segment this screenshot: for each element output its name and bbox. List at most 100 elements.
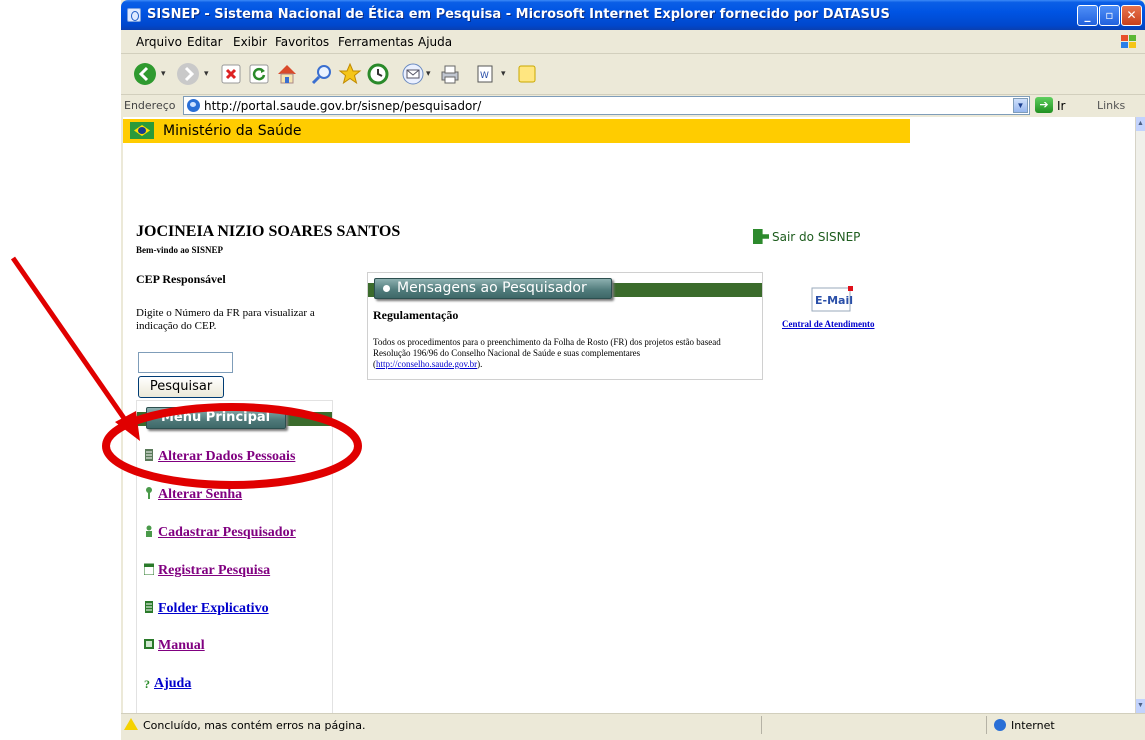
favorites-icon[interactable] [338,62,362,86]
page-icon [187,99,200,112]
menu-link-label: Folder Explicativo [158,601,269,616]
internet-zone-icon [994,719,1006,731]
address-input[interactable]: http://portal.saude.gov.br/sisnep/pesqui… [183,96,1030,115]
cep-description: Digite o Número da FR para visualizar a … [136,307,315,332]
messages-heading: Regulamentação [373,308,459,322]
ie-app-icon [127,8,141,22]
menu-link-alterar-dados[interactable]: Alterar Dados Pessoais [144,449,295,465]
home-icon[interactable] [275,62,299,86]
zone-text: Internet [1011,719,1055,732]
svg-text:W: W [480,71,489,81]
scroll-up-icon[interactable]: ▲ [1136,117,1145,131]
book-icon [144,639,154,649]
vertical-scrollbar[interactable]: ▲ ▼ [1135,117,1145,713]
menu-arquivo[interactable]: Arquivo [136,35,182,49]
logout-label: Sair do SISNEP [772,230,861,244]
email-badge [848,286,853,291]
address-label: Endereço [124,99,176,112]
title-bar[interactable]: SISNEP - Sistema Nacional de Ética em Pe… [121,0,1145,30]
go-arrow-icon[interactable]: ➔ [1035,97,1053,113]
scroll-down-icon[interactable]: ▼ [1136,699,1145,713]
menu-link-label: Ajuda [154,676,192,691]
back-dropdown-icon[interactable]: ▾ [161,69,166,79]
status-divider [986,716,987,734]
exit-door-icon [753,229,769,244]
help-icon: ? [144,677,150,691]
minimize-button[interactable]: _ [1077,5,1098,26]
document-icon [145,601,153,613]
address-url: http://portal.saude.gov.br/sisnep/pesqui… [204,99,482,113]
user-name: JOCINEIA NIZIO SOARES SANTOS [136,223,401,240]
cep-title: CEP Responsável [136,272,226,286]
menu-link-ajuda[interactable]: ? Ajuda [144,676,191,692]
history-icon[interactable] [366,62,390,86]
messages-line-3: (http://conselho.saude.gov.br). [373,359,761,370]
user-icon [146,525,152,537]
central-atendimento-link[interactable]: Central de Atendimento [782,319,875,329]
brazil-flag-icon [130,122,154,139]
status-text: Concluído, mas contém erros na página. [143,719,366,732]
messages-body: Todos os procedimentos para o preenchime… [373,337,761,370]
status-divider [761,716,762,734]
edit-dropdown-icon[interactable]: ▾ [501,69,506,79]
maximize-button[interactable]: ▫ [1099,5,1120,26]
fr-number-input[interactable] [138,352,233,373]
menu-link-cadastrar-pesquisador[interactable]: Cadastrar Pesquisador [144,525,296,541]
paren-close: ). [477,359,483,369]
messages-line-2: Resolução 196/96 do Conselho Nacional de… [373,348,641,358]
forward-icon[interactable] [176,62,200,86]
close-button[interactable]: ✕ [1121,5,1142,26]
menu-link-alterar-senha[interactable]: Alterar Senha [144,487,242,503]
links-button[interactable]: Links [1097,99,1125,112]
menu-link-folder-explicativo[interactable]: Folder Explicativo [144,601,269,617]
address-dropdown-icon[interactable]: ▼ [1013,98,1028,113]
mail-icon[interactable] [401,62,425,86]
menu-favoritos[interactable]: Favoritos [275,35,329,49]
menu-link-registrar-pesquisa[interactable]: Registrar Pesquisa [144,563,270,579]
edit-icon[interactable]: W [473,62,497,86]
browser-window: SISNEP - Sistema Nacional de Ética em Pe… [121,0,1145,740]
menu-link-label: Cadastrar Pesquisador [158,525,296,540]
conselho-link[interactable]: http://conselho.saude.gov.br [376,359,477,369]
menu-bar: Arquivo Editar Exibir Favoritos Ferramen… [121,31,1145,54]
welcome-text: Bem-vindo ao SISNEP [136,245,224,255]
menu-link-manual[interactable]: Manual [144,638,205,654]
search-button[interactable]: Pesquisar [138,376,224,398]
go-button[interactable]: Ir [1057,99,1065,113]
logout-link[interactable]: Sair do SISNEP [753,229,860,244]
messages-line-1: Todos os procedimentos para o preenchime… [373,337,721,347]
window-title: SISNEP - Sistema Nacional de Ética em Pe… [147,7,890,22]
address-bar: Endereço http://portal.saude.gov.br/sisn… [121,95,1145,117]
menu-link-label: Alterar Dados Pessoais [158,449,296,464]
menu-header: Menu Principal [146,407,286,429]
back-icon[interactable] [133,62,157,86]
menu-link-label: Alterar Senha [158,487,243,502]
menu-exibir[interactable]: Exibir [233,35,267,49]
key-icon [146,487,152,499]
status-bar: Concluído, mas contém erros na página. I… [121,713,1145,736]
ministry-banner: Ministério da Saúde [123,119,910,143]
forward-dropdown-icon[interactable]: ▾ [204,69,209,79]
print-icon[interactable] [438,62,462,86]
warning-icon[interactable] [124,718,138,730]
calendar-icon [144,563,154,575]
menu-link-label: Manual [158,638,205,653]
toolbar: ▾ ▾ ▾ W ▾ [121,54,1145,95]
messages-header: Mensagens ao Pesquisador [374,278,612,299]
refresh-icon[interactable] [247,62,271,86]
notes-icon[interactable] [515,62,539,86]
windows-flag-icon [1121,35,1136,48]
main-menu-panel: Menu Principal [136,400,333,713]
search-icon[interactable] [310,62,334,86]
menu-ajuda[interactable]: Ajuda [418,35,452,49]
email-label[interactable]: E-Mail [815,294,853,307]
menu-ferramentas[interactable]: Ferramentas [338,35,414,49]
messages-panel: Mensagens ao Pesquisador Regulamentação … [367,272,763,380]
document-icon [145,449,153,461]
banner-title: Ministério da Saúde [163,123,302,139]
page-content: Ministério da Saúde JOCINEIA NIZIO SOARE… [123,117,1135,713]
menu-link-label: Registrar Pesquisa [158,563,271,578]
stop-icon[interactable] [219,62,243,86]
mail-dropdown-icon[interactable]: ▾ [426,69,431,79]
menu-editar[interactable]: Editar [187,35,223,49]
